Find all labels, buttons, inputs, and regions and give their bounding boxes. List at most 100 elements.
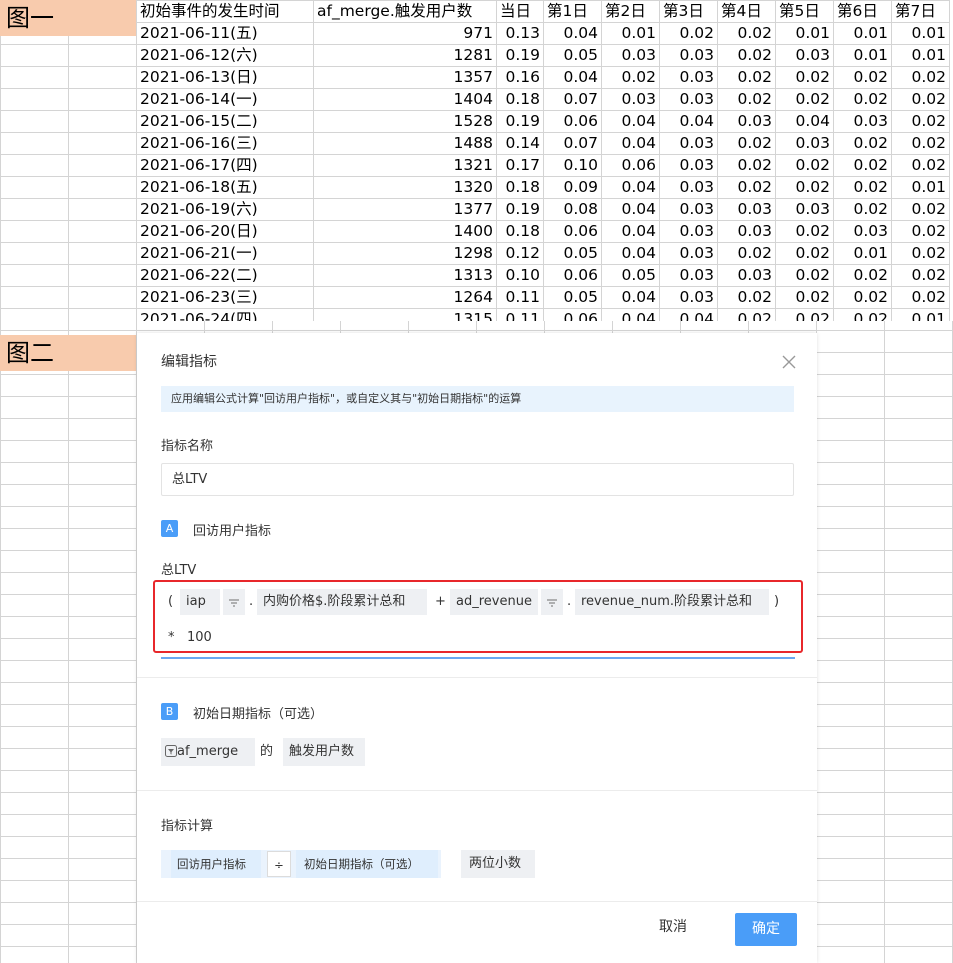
value-cell: 0.14	[496, 132, 544, 155]
date-cell: 2021-06-23(三)	[136, 286, 314, 309]
formula-input-underline	[161, 657, 795, 659]
value-cell: 1377	[313, 198, 497, 221]
value-cell: 0.02	[775, 176, 834, 199]
cancel-button[interactable]: 取消	[659, 916, 687, 936]
value-cell: 0.03	[659, 132, 718, 155]
value-cell: 1528	[313, 110, 497, 133]
connector-text: 的	[260, 744, 274, 759]
value-cell: 0.01	[891, 176, 950, 199]
event-chip-iap[interactable]: iap	[180, 589, 220, 615]
date-cell: 2021-06-16(三)	[136, 132, 314, 155]
value-cell: 0.03	[717, 220, 776, 243]
date-cell: 2021-06-11(五)	[136, 22, 314, 45]
value-cell: 0.02	[717, 44, 776, 67]
table-row: 2021-06-15(二) 1528 0.19 0.06 0.04 0.04 0.03 0.0…	[136, 110, 950, 133]
value-cell: 1281	[313, 44, 497, 67]
value-cell: 0.05	[543, 242, 602, 265]
table-row: 2021-06-24(四) 1315 0.11 0.06 0.04 0.04 0.02 0.0…	[136, 308, 950, 321]
decimal-format-select[interactable]: 两位小数	[461, 850, 535, 878]
value-cell: 971	[313, 22, 497, 45]
filter-button-2[interactable]	[541, 589, 563, 615]
filter-icon	[165, 745, 177, 757]
column-header: 第2日	[601, 0, 660, 23]
event-chip-af-merge[interactable]: af_merge	[161, 738, 255, 766]
close-icon[interactable]	[782, 355, 796, 369]
value-cell: 0.02	[891, 220, 950, 243]
value-cell: 0.01	[833, 22, 892, 45]
value-cell: 0.02	[717, 88, 776, 111]
column-header: 第3日	[659, 0, 718, 23]
value-cell: 0.01	[833, 44, 892, 67]
value-cell: 0.06	[543, 308, 602, 321]
value-cell: 0.02	[891, 88, 950, 111]
value-cell: 0.02	[891, 132, 950, 155]
formula-name-label: 总LTV	[161, 563, 197, 578]
value-cell: 0.03	[833, 220, 892, 243]
edit-metric-dialog: 编辑指标 应用编辑公式计算"回访用户指标"，或自定义其与"初始日期指标"的运算 …	[137, 333, 817, 963]
dot-separator-1: .	[249, 594, 254, 609]
value-cell: 0.13	[496, 22, 544, 45]
table-row: 2021-06-11(五) 971 0.13 0.04 0.01 0.02 0.02 0.01…	[136, 22, 950, 45]
multiply-operator[interactable]: *	[168, 625, 175, 651]
value-cell: 0.02	[891, 286, 950, 309]
value-cell: 0.03	[659, 44, 718, 67]
value-cell: 0.02	[891, 154, 950, 177]
value-cell: 0.12	[496, 242, 544, 265]
event-chip-ad-revenue[interactable]: ad_revenue	[450, 589, 538, 615]
value-cell: 0.02	[891, 264, 950, 287]
value-cell: 0.18	[496, 176, 544, 199]
value-cell: 0.04	[601, 286, 660, 309]
date-cell: 2021-06-18(五)	[136, 176, 314, 199]
filter-icon	[229, 599, 239, 607]
calc-operator-select[interactable]: ÷	[267, 851, 291, 877]
table-row: 2021-06-14(一) 1404 0.18 0.07 0.03 0.03 0.02 0.0…	[136, 88, 950, 111]
value-cell: 0.19	[496, 198, 544, 221]
retention-table: 初始事件的发生时间 af_merge.触发用户数 当日 第1日 第2日 第3日 第4日 第5日…	[136, 0, 953, 321]
confirm-button[interactable]: 确定	[735, 913, 797, 946]
value-cell: 0.02	[717, 154, 776, 177]
calc-left-operand[interactable]: 回访用户指标	[171, 850, 261, 878]
value-cell: 0.04	[601, 220, 660, 243]
filter-button-1[interactable]	[223, 589, 245, 615]
column-header: af_merge.触发用户数	[313, 0, 497, 23]
value-cell: 0.04	[543, 22, 602, 45]
value-cell: 0.02	[833, 176, 892, 199]
close-paren: )	[774, 594, 780, 609]
event-name: af_merge	[177, 744, 239, 759]
value-cell: 0.04	[601, 176, 660, 199]
value-cell: 0.10	[496, 264, 544, 287]
filter-icon	[547, 599, 557, 607]
table-row: 2021-06-22(二) 1313 0.10 0.06 0.05 0.03 0.03 0.0…	[136, 264, 950, 287]
open-paren: (	[168, 594, 174, 609]
metric-name-label: 指标名称	[161, 439, 214, 454]
multiplier-value[interactable]: 100	[187, 625, 212, 651]
value-cell: 0.01	[601, 22, 660, 45]
value-cell: 0.03	[659, 220, 718, 243]
date-cell: 2021-06-20(日)	[136, 220, 314, 243]
value-cell: 0.02	[775, 286, 834, 309]
value-cell: 0.01	[891, 308, 950, 321]
section-a-badge: A	[161, 520, 178, 537]
value-cell: 0.03	[775, 44, 834, 67]
table-row: 2021-06-23(三) 1264 0.11 0.05 0.04 0.03 0.02 0.0…	[136, 286, 950, 309]
metric-chip-trigger-users[interactable]: 触发用户数	[283, 738, 365, 766]
table-row: 2021-06-18(五) 1320 0.18 0.09 0.04 0.03 0.02 0.0…	[136, 176, 950, 199]
value-cell: 0.03	[775, 132, 834, 155]
value-cell: 0.18	[496, 220, 544, 243]
value-cell: 0.02	[775, 66, 834, 89]
value-cell: 1488	[313, 132, 497, 155]
table-row: 2021-06-16(三) 1488 0.14 0.07 0.04 0.03 0.02 0.0…	[136, 132, 950, 155]
dialog-title: 编辑指标	[161, 354, 217, 370]
value-cell: 0.10	[543, 154, 602, 177]
value-cell: 0.02	[717, 176, 776, 199]
value-cell: 0.07	[543, 88, 602, 111]
value-cell: 0.02	[833, 198, 892, 221]
metric-name-input[interactable]: 总LTV	[161, 463, 794, 496]
value-cell: 0.06	[601, 154, 660, 177]
calc-right-operand[interactable]: 初始日期指标（可选）	[296, 850, 438, 878]
property-chip-2[interactable]: revenue_num.阶段累计总和	[575, 589, 769, 615]
property-chip-1[interactable]: 内购价格$.阶段累计总和	[257, 589, 427, 615]
plus-operator[interactable]: +	[435, 589, 446, 615]
date-cell: 2021-06-21(一)	[136, 242, 314, 265]
table-row: 2021-06-17(四) 1321 0.17 0.10 0.06 0.03 0.02 0.0…	[136, 154, 950, 177]
